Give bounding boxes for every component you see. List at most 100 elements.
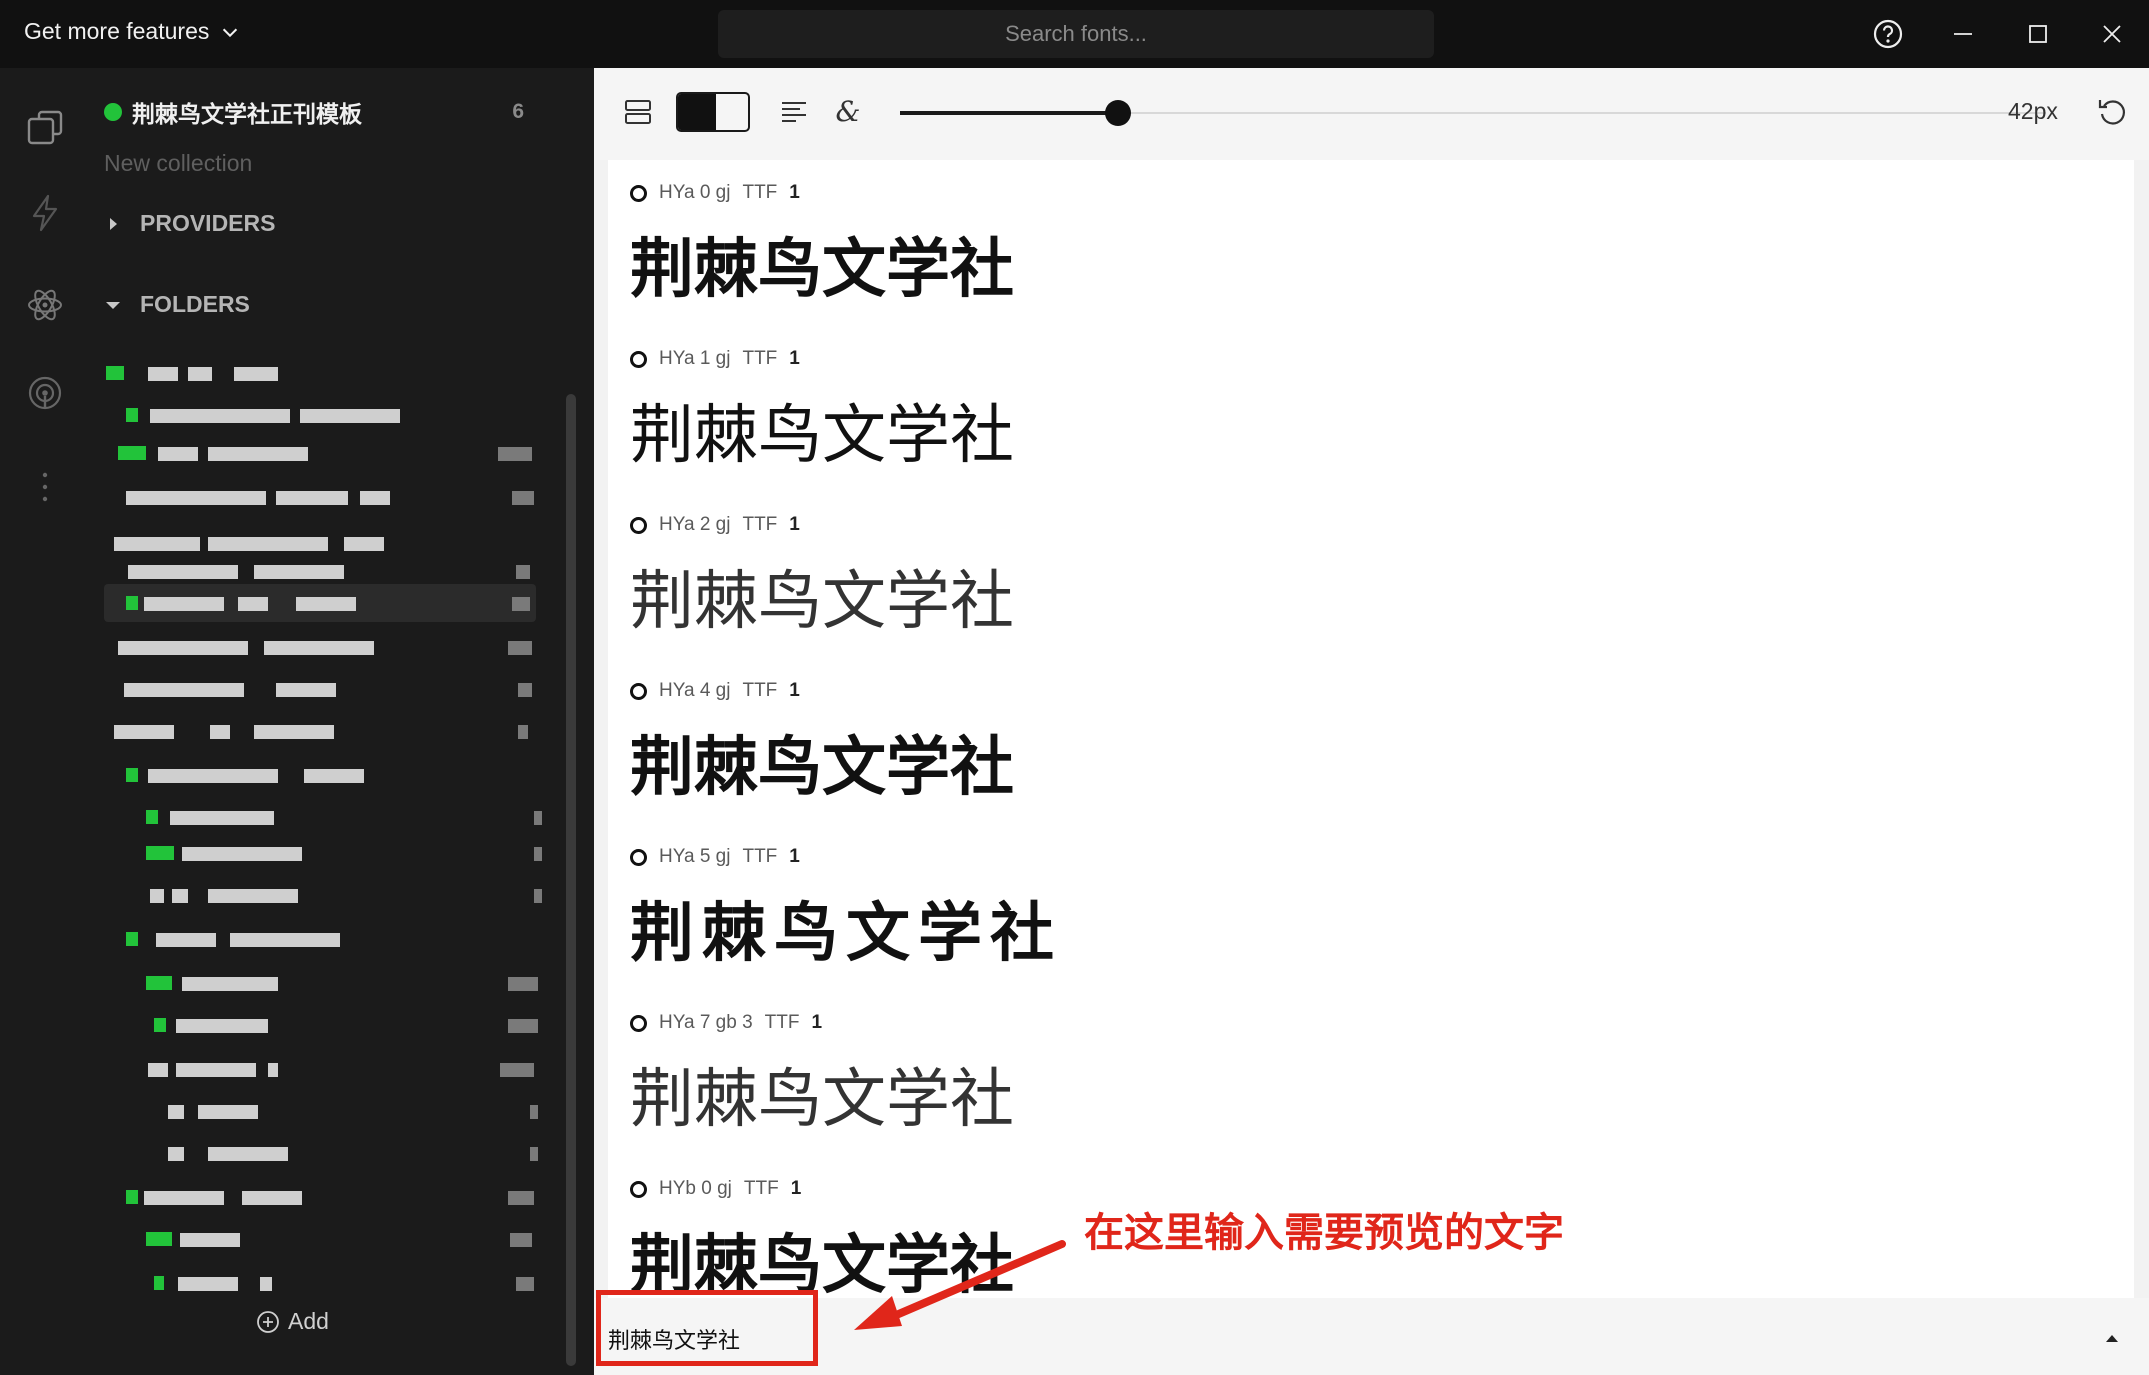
rail-atom-button[interactable]: [24, 284, 66, 326]
get-more-features-button[interactable]: Get more features: [24, 18, 241, 45]
select-radio-icon[interactable]: [630, 1180, 647, 1198]
sidebar: 荆棘鸟文学社正刊模板 6 New collection PROVIDERS FO…: [90, 68, 594, 1375]
layout-button[interactable]: [616, 90, 660, 134]
font-meta: HYa 7 gb 3 TTF 1: [630, 1012, 822, 1034]
font-sample-text: 荆棘鸟文学社: [630, 399, 1014, 473]
align-left-button[interactable]: [772, 90, 816, 134]
folders-section-toggle[interactable]: FOLDERS: [104, 291, 250, 318]
font-item[interactable]: HYa 2 gj TTF 1 荆棘鸟文学社: [608, 492, 2008, 658]
folder-item[interactable]: [104, 434, 536, 472]
font-sample-text: 荆棘鸟文学社: [630, 1063, 1014, 1137]
collection-name: 荆棘鸟文学社正刊模板: [132, 101, 362, 127]
font-item[interactable]: HYa 1 gj TTF 1 荆棘鸟文学社: [608, 326, 2008, 492]
collection-count: 6: [512, 100, 524, 123]
plus-circle-icon: [257, 1310, 279, 1333]
get-more-features-label: Get more features: [24, 18, 210, 44]
font-item[interactable]: HYa 7 gb 3 TTF 1 荆棘鸟文学社: [608, 990, 2008, 1156]
annotation-text: 在这里输入需要预览的文字: [1084, 1210, 1564, 1256]
select-radio-icon[interactable]: [630, 682, 647, 700]
layout-icon: [625, 100, 651, 124]
folder-item[interactable]: [104, 712, 536, 750]
search-fonts-input[interactable]: [718, 10, 1434, 58]
help-button[interactable]: [1868, 14, 1908, 54]
providers-section-toggle[interactable]: PROVIDERS: [104, 210, 275, 237]
folder-item[interactable]: [104, 670, 536, 708]
folder-item[interactable]: [104, 1050, 536, 1088]
folder-item[interactable]: [104, 524, 536, 562]
folder-item[interactable]: [104, 1264, 536, 1302]
folder-item[interactable]: [104, 396, 536, 434]
rail-flash-button[interactable]: [24, 192, 66, 234]
main-panel: & 42px HYa 0 gj TTF 1 荆棘鸟文学社 HYa 1 gj TTF 1 荆棘鸟…: [594, 68, 2149, 1375]
font-count: 1: [789, 182, 800, 203]
preview-text-bar: [594, 1298, 2149, 1375]
close-icon: [2103, 25, 2121, 43]
font-item[interactable]: HYa 0 gj TTF 1 荆棘鸟文学社: [608, 160, 2008, 326]
font-name: HYa 4 gj: [659, 680, 731, 701]
folder-item[interactable]: [104, 1220, 536, 1258]
rail-broadcast-button[interactable]: [24, 372, 66, 414]
select-radio-icon[interactable]: [630, 350, 647, 368]
add-folder-button[interactable]: Add: [256, 1308, 329, 1335]
maximize-button[interactable]: [2018, 14, 2058, 54]
atom-icon: [28, 289, 62, 321]
folder-item[interactable]: [104, 354, 536, 392]
new-collection-button[interactable]: New collection: [104, 150, 252, 177]
close-button[interactable]: [2092, 14, 2132, 54]
folder-item[interactable]: [104, 964, 538, 1002]
folder-item[interactable]: [104, 1134, 538, 1172]
font-format: TTF: [742, 348, 778, 369]
font-name: HYb 0 gj: [659, 1178, 732, 1199]
font-sample-text: 荆棘鸟文学社: [630, 896, 1062, 971]
select-radio-icon[interactable]: [630, 848, 647, 866]
caret-right-icon: [110, 217, 117, 230]
font-name: HYa 7 gb 3: [659, 1012, 753, 1033]
font-meta: HYb 0 gj TTF 1: [630, 1178, 801, 1200]
font-size-value: 42px: [2008, 98, 2058, 124]
font-name: HYa 1 gj: [659, 348, 731, 369]
font-meta: HYa 4 gj TTF 1: [630, 680, 800, 702]
font-preview-list: HYa 0 gj TTF 1 荆棘鸟文学社 HYa 1 gj TTF 1 荆棘鸟文学社 HYa …: [608, 160, 2134, 1298]
font-count: 1: [790, 1178, 802, 1199]
folder-item[interactable]: [104, 1006, 538, 1044]
folder-item[interactable]: [104, 628, 536, 666]
folder-item[interactable]: [104, 1092, 538, 1130]
folder-item[interactable]: [104, 834, 542, 872]
minimize-icon: [1954, 33, 1972, 35]
folder-item[interactable]: [104, 1178, 536, 1216]
minimize-button[interactable]: [1943, 14, 1983, 54]
font-meta: HYa 2 gj TTF 1: [630, 514, 800, 536]
help-icon: [1873, 19, 1903, 49]
reset-button[interactable]: [2090, 90, 2134, 134]
font-sample-text: 荆棘鸟文学社: [630, 565, 1014, 639]
sidebar-scrollbar[interactable]: [566, 394, 576, 1366]
folder-item[interactable]: [104, 756, 536, 794]
broadcast-icon: [28, 376, 62, 410]
font-count: 1: [789, 348, 800, 369]
rail-more-button[interactable]: [24, 466, 66, 508]
folder-item[interactable]: [104, 798, 542, 836]
glyphs-button[interactable]: &: [826, 90, 870, 134]
svg-text:&: &: [836, 96, 861, 128]
add-label: Add: [288, 1308, 329, 1334]
font-sample-text: 荆棘鸟文学社: [630, 730, 1014, 805]
expand-button[interactable]: [2094, 1320, 2130, 1356]
caret-down-icon: [106, 301, 120, 309]
font-name: HYa 5 gj: [659, 846, 731, 867]
flash-icon: [32, 194, 58, 232]
select-radio-icon[interactable]: [630, 1014, 647, 1032]
theme-toggle-icon[interactable]: [676, 92, 750, 132]
select-radio-icon[interactable]: [630, 184, 647, 202]
folder-item[interactable]: [104, 920, 536, 958]
font-size-slider-thumb[interactable]: [1104, 100, 1131, 126]
rail-collections-button[interactable]: [24, 106, 66, 148]
collection-item[interactable]: 荆棘鸟文学社正刊模板 6: [104, 92, 524, 132]
align-left-icon: [782, 102, 806, 122]
left-rail: [0, 68, 90, 1375]
font-item[interactable]: HYa 4 gj TTF 1 荆棘鸟文学社: [608, 658, 2008, 824]
font-item[interactable]: HYa 5 gj TTF 1 荆棘鸟文学社: [608, 824, 2008, 990]
font-format: TTF: [742, 680, 778, 701]
folder-item[interactable]: [104, 876, 542, 914]
select-radio-icon[interactable]: [630, 516, 647, 534]
folder-item[interactable]: [104, 478, 536, 516]
